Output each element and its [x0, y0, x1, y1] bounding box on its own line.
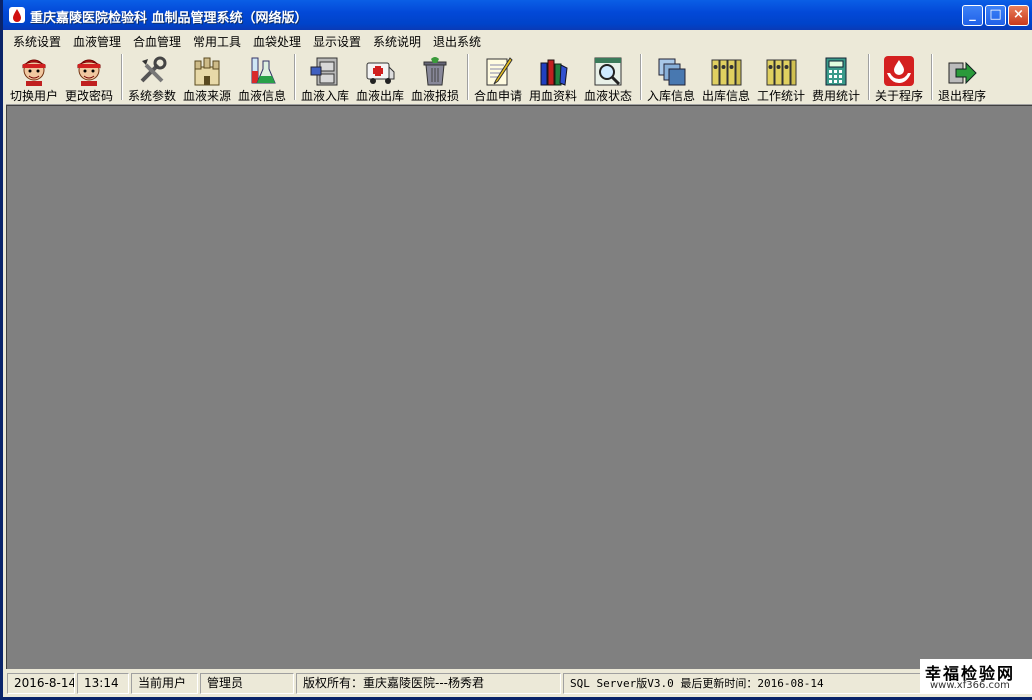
- exit-arrow-icon: [948, 61, 977, 85]
- cost-statistics-button[interactable]: 费用统计: [809, 52, 863, 103]
- status-user-label: 当前用户: [131, 673, 198, 694]
- blood-usage-records-button[interactable]: 用血资料: [526, 52, 580, 103]
- notepad-icon: [486, 57, 513, 86]
- stock-in-info-button[interactable]: 入库信息: [644, 52, 698, 103]
- about-program-button[interactable]: 关于程序: [872, 52, 926, 103]
- tool-label: 血液入库: [300, 89, 349, 103]
- blood-source-button[interactable]: 血液来源: [180, 52, 234, 103]
- menu-blood-management[interactable]: 血液管理: [73, 33, 121, 50]
- tool-label: 出库信息: [701, 89, 750, 103]
- tool-label: 退出程序: [937, 89, 986, 103]
- flask-icon: [251, 57, 276, 84]
- tool-label: 血液状态: [583, 89, 632, 103]
- crossmatch-request-button[interactable]: 合血申请: [471, 52, 525, 103]
- tool-label: 入库信息: [646, 89, 695, 103]
- toolbar: 切换用户 更改密码 系统参数 血液来源 血液信息 血液入库 血液出库 血液报损 …: [6, 50, 1032, 105]
- mdi-client-area[interactable]: [6, 105, 1032, 669]
- tool-label: 血液出库: [355, 89, 404, 103]
- tools-icon: [140, 56, 167, 83]
- title-bar[interactable]: 重庆嘉陵医院检验科 血制品管理系统（网络版） _ □ ×: [3, 0, 1032, 30]
- app-window: 重庆嘉陵医院检验科 血制品管理系统（网络版） _ □ × 系统设置 血液管理 合…: [0, 0, 1032, 700]
- tool-label: 血液报损: [410, 89, 459, 103]
- watermark-url: www.xf366.com: [930, 680, 1010, 691]
- maximize-button[interactable]: □: [985, 5, 1006, 26]
- binders-icon: [766, 59, 797, 86]
- menu-system-help[interactable]: 系统说明: [373, 33, 421, 50]
- tool-label: 更改密码: [64, 89, 113, 103]
- menu-common-tools[interactable]: 常用工具: [193, 33, 241, 50]
- stock-out-info-button[interactable]: 出库信息: [699, 52, 753, 103]
- tool-label: 血液来源: [182, 89, 231, 103]
- tool-label: 合血申请: [473, 89, 522, 103]
- app-blood-drop-icon: [9, 7, 25, 23]
- tool-label: 用血资料: [528, 89, 577, 103]
- tool-label: 费用统计: [811, 89, 860, 103]
- trash-icon: [423, 57, 447, 86]
- blood-status-button[interactable]: 血液状态: [581, 52, 635, 103]
- close-button[interactable]: ×: [1008, 5, 1029, 26]
- blood-stock-out-button[interactable]: 血液出库: [353, 52, 407, 103]
- blood-info-button[interactable]: 血液信息: [235, 52, 289, 103]
- change-password-icon: [77, 59, 101, 86]
- tool-label: 切换用户: [9, 89, 58, 103]
- work-statistics-button[interactable]: 工作统计: [754, 52, 808, 103]
- tool-label: 工作统计: [756, 89, 805, 103]
- menu-bar: 系统设置 血液管理 合血管理 常用工具 血袋处理 显示设置 系统说明 退出系统: [6, 30, 1032, 50]
- tool-label: 血液信息: [237, 89, 286, 103]
- status-bar: 2016-8-14 13:14 当前用户 管理员 版权所有：重庆嘉陵医院---杨…: [6, 670, 1032, 697]
- status-date: 2016-8-14: [7, 673, 75, 694]
- watermark: 幸福检验网 www.xf366.com: [920, 659, 1032, 694]
- cabinet-icon: [310, 57, 338, 86]
- books-icon: [540, 59, 568, 86]
- user-switch-icon: [22, 59, 46, 86]
- blood-stock-in-button[interactable]: 血液入库: [298, 52, 352, 103]
- status-version: SQL Server版V3.0 最后更新时间：2016-08-14: [563, 673, 923, 694]
- menu-system-settings[interactable]: 系统设置: [13, 33, 61, 50]
- menu-blood-bag[interactable]: 血袋处理: [253, 33, 301, 50]
- switch-user-button[interactable]: 切换用户: [7, 52, 61, 103]
- window-title: 重庆嘉陵医院检验科 血制品管理系统（网络版）: [30, 11, 308, 26]
- blood-loss-report-button[interactable]: 血液报损: [408, 52, 462, 103]
- menu-exit-system[interactable]: 退出系统: [433, 33, 481, 50]
- castle-icon: [194, 57, 220, 86]
- menu-display-settings[interactable]: 显示设置: [313, 33, 361, 50]
- binders-icon: [711, 59, 742, 86]
- status-user: 管理员: [200, 673, 294, 694]
- ambulance-icon: [366, 62, 395, 84]
- tool-label: 系统参数: [127, 89, 176, 103]
- calculator-icon: [825, 57, 847, 86]
- change-password-button[interactable]: 更改密码: [62, 52, 116, 103]
- stack-icon: [658, 58, 686, 86]
- hands-blood-icon: [884, 56, 914, 86]
- magnifier-icon: [594, 57, 622, 86]
- system-parameters-button[interactable]: 系统参数: [125, 52, 179, 103]
- status-time: 13:14: [77, 673, 129, 694]
- status-copyright: 版权所有：重庆嘉陵医院---杨秀君: [296, 673, 561, 694]
- tool-label: 关于程序: [874, 89, 923, 103]
- minimize-button[interactable]: _: [962, 5, 983, 26]
- exit-program-button[interactable]: 退出程序: [935, 52, 989, 103]
- menu-crossmatch-management[interactable]: 合血管理: [133, 33, 181, 50]
